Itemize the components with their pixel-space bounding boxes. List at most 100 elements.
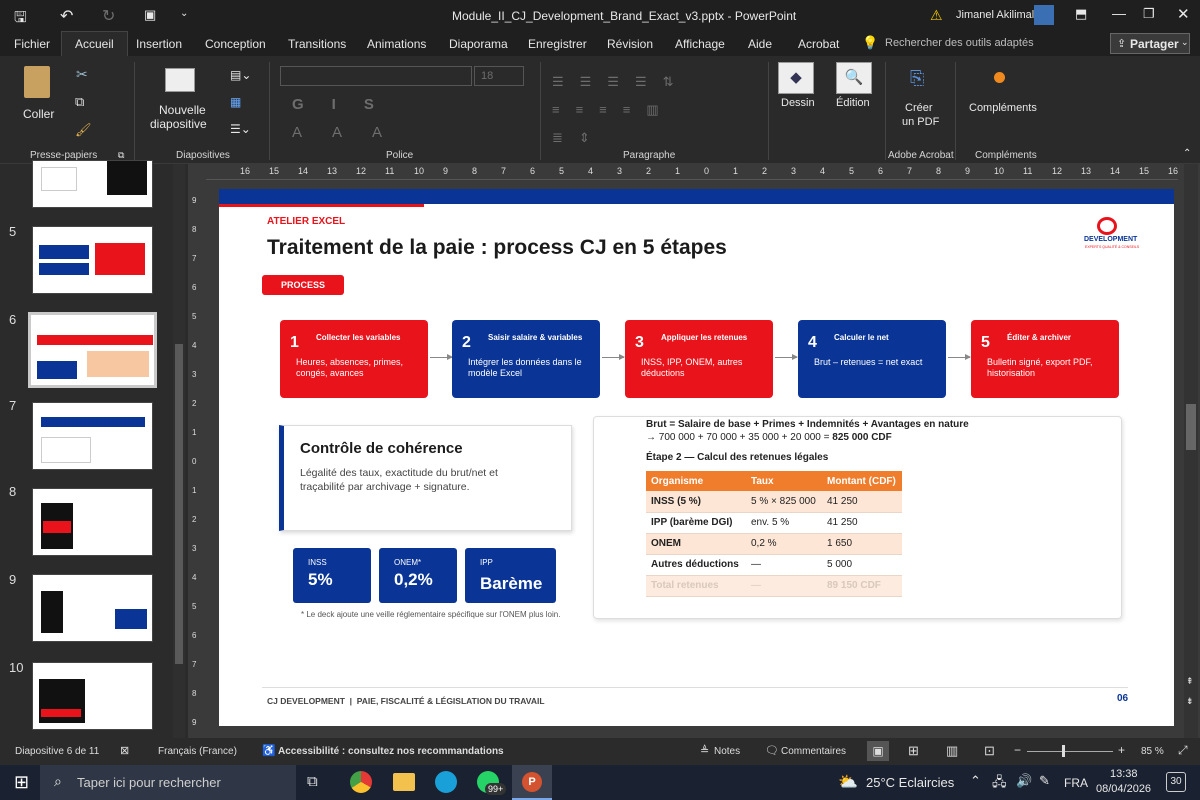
reset-icon[interactable]: ▦: [230, 95, 241, 109]
language-status[interactable]: Français (France): [158, 746, 237, 757]
customize-toolbar-icon[interactable]: ⌄: [180, 8, 188, 19]
tab-affichage[interactable]: Affichage: [675, 37, 725, 51]
task-view-icon[interactable]: ⧉: [307, 773, 318, 790]
kpi-inss[interactable]: INSS 5%: [293, 548, 371, 603]
normal-view-icon[interactable]: ▣: [867, 741, 889, 761]
font-size-dropdown[interactable]: 18: [474, 66, 524, 86]
control-card[interactable]: Contrôle de cohérence Légalité des taux,…: [279, 425, 572, 531]
prev-slide-icon[interactable]: ⇞: [1186, 676, 1194, 687]
step-card-5[interactable]: 5 Éditer & archiver Bulletin signé, expo…: [971, 320, 1119, 398]
warning-icon[interactable]: ⚠: [930, 7, 943, 24]
clock-time[interactable]: 13:38: [1110, 768, 1138, 780]
close-icon[interactable]: ✕: [1177, 5, 1190, 23]
redo-icon[interactable]: ↻: [102, 6, 115, 26]
zoom-level[interactable]: 85 %: [1141, 746, 1164, 757]
pen-icon[interactable]: ✎: [1039, 773, 1050, 789]
slide-thumbnail[interactable]: [32, 662, 153, 730]
network-icon[interactable]: 🖧: [992, 773, 1007, 795]
zoom-slider-thumb[interactable]: [1062, 745, 1065, 757]
present-icon[interactable]: ▣: [144, 7, 156, 23]
layout-icon[interactable]: ▤⌄: [230, 68, 251, 82]
accessibility-icon[interactable]: ♿: [262, 744, 276, 757]
volume-icon[interactable]: 🔊: [1016, 773, 1032, 789]
tray-chevron-icon[interactable]: ⌃: [970, 773, 981, 789]
avatar[interactable]: [1034, 5, 1054, 25]
tab-acrobat[interactable]: Acrobat: [798, 37, 839, 51]
taskbar-search[interactable]: ⌕ Taper ici pour rechercher: [40, 765, 296, 800]
editing-button[interactable]: 🔍 Édition: [834, 62, 874, 118]
next-slide-icon[interactable]: ⇟: [1186, 696, 1194, 707]
section-icon[interactable]: ☰⌄: [230, 122, 251, 136]
step-card-2[interactable]: 2 Saisir salaire & variables Intégrer le…: [452, 320, 600, 398]
user-name[interactable]: Jimanel Akilimali: [956, 9, 1037, 21]
zoom-in-icon[interactable]: +: [1118, 743, 1125, 757]
spell-check-icon[interactable]: ⊠: [120, 744, 129, 757]
slide-thumbnail[interactable]: [32, 574, 153, 642]
restore-icon[interactable]: ❐: [1143, 6, 1155, 22]
font-name-dropdown[interactable]: [280, 66, 472, 86]
share-button[interactable]: ⇪ Partager ⌄: [1110, 33, 1190, 54]
undo-icon[interactable]: ↶: [60, 6, 73, 26]
weather-text[interactable]: 25°C Eclaircies: [866, 775, 954, 790]
notifications-icon[interactable]: 30: [1166, 772, 1186, 792]
new-slide-button[interactable]: Nouvelle diapositive: [145, 64, 217, 134]
step-card-1[interactable]: 1 Collecter les variables Heures, absenc…: [280, 320, 428, 398]
file-explorer-icon[interactable]: [393, 773, 415, 791]
slide-thumbnail-active[interactable]: [28, 312, 157, 388]
save-icon[interactable]: 🖫: [14, 7, 27, 32]
slide-thumbnail[interactable]: [32, 402, 153, 470]
slideshow-icon[interactable]: ⊡: [984, 743, 995, 759]
copy-icon[interactable]: ⧉: [75, 94, 84, 110]
font-format-row-2[interactable]: AAA: [292, 124, 412, 141]
weather-icon[interactable]: ⛅: [838, 772, 858, 792]
tab-diaporama[interactable]: Diaporama: [449, 37, 508, 51]
zoom-slider[interactable]: [1027, 745, 1113, 757]
step-card-4[interactable]: 4 Calculer le net Brut – retenues = net …: [798, 320, 946, 398]
windows-start-icon[interactable]: ⊞: [14, 772, 29, 793]
kpi-onem[interactable]: ONEM* 0,2%: [379, 548, 457, 603]
scrollbar-thumb[interactable]: [175, 344, 183, 664]
tab-fichier[interactable]: Fichier: [14, 37, 50, 51]
tab-animations[interactable]: Animations: [367, 37, 426, 51]
tab-enregistrer[interactable]: Enregistrer: [528, 37, 587, 51]
kpi-ipp[interactable]: IPP Barème: [465, 548, 556, 603]
collapse-ribbon-icon[interactable]: ⌃: [1183, 148, 1191, 159]
minimize-icon[interactable]: —: [1112, 5, 1126, 21]
notes-icon[interactable]: ≜: [700, 744, 709, 757]
tab-transitions[interactable]: Transitions: [288, 37, 346, 51]
ribbon-display-icon[interactable]: ⬒: [1075, 6, 1087, 22]
step-card-3[interactable]: 3 Appliquer les retenues INSS, IPP, ONEM…: [625, 320, 773, 398]
tab-revision[interactable]: Révision: [607, 37, 653, 51]
paste-button[interactable]: Coller: [14, 64, 60, 128]
slide-thumbnail[interactable]: [32, 488, 153, 556]
chrome-icon[interactable]: [350, 771, 372, 793]
zoom-out-icon[interactable]: −: [1014, 743, 1021, 757]
accessibility-status[interactable]: Accessibilité : consultez nos recommanda…: [278, 746, 504, 757]
fit-slide-icon[interactable]: ⤢: [1178, 743, 1188, 758]
cut-icon[interactable]: ✂: [76, 66, 88, 83]
edge-icon[interactable]: [435, 771, 457, 793]
editor-scrollbar[interactable]: ⇞ ⇟: [1184, 164, 1198, 738]
clock-date[interactable]: 08/04/2026: [1096, 783, 1151, 795]
slide-counter[interactable]: Diapositive 6 de 11: [15, 746, 99, 757]
tab-conception[interactable]: Conception: [205, 37, 266, 51]
tab-insertion[interactable]: Insertion: [136, 37, 182, 51]
tab-accueil[interactable]: Accueil: [61, 31, 128, 56]
drawing-button[interactable]: ◆ Dessin: [776, 62, 816, 118]
slide-sorter-icon[interactable]: ⊞: [908, 743, 919, 759]
format-painter-icon[interactable]: 🖌: [75, 122, 92, 138]
comments-icon[interactable]: 🗨: [765, 744, 779, 757]
create-pdf-button[interactable]: ⎘ Créer un PDF: [897, 68, 941, 132]
notes-button[interactable]: Notes: [714, 746, 740, 757]
font-format-row[interactable]: GIS: [292, 96, 402, 113]
tools-search[interactable]: Rechercher des outils adaptés: [885, 37, 1034, 49]
reading-view-icon[interactable]: ▥: [946, 743, 958, 759]
powerpoint-taskbar-button[interactable]: P: [512, 765, 552, 800]
tab-aide[interactable]: Aide: [748, 37, 772, 51]
paragraph-controls[interactable]: ☰☰☰☰⇅ ≡≡≡≡▥ ≣⇕: [552, 68, 762, 152]
input-language[interactable]: FRA: [1064, 776, 1088, 790]
thumbnail-scrollbar[interactable]: [173, 164, 185, 738]
scrollbar-thumb[interactable]: [1186, 404, 1196, 450]
slide-canvas[interactable]: ATELIER EXCEL Traitement de la paie : pr…: [219, 189, 1174, 726]
slide-thumbnail[interactable]: [32, 160, 153, 208]
